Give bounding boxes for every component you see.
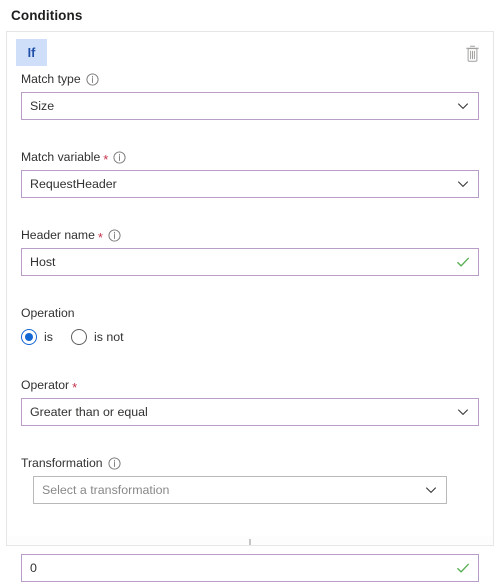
required-asterisk: * xyxy=(97,229,103,245)
resize-drag-handle[interactable] xyxy=(249,539,251,545)
if-tab[interactable]: If xyxy=(16,39,47,66)
info-icon[interactable] xyxy=(108,228,121,242)
field-header-name: Header name * Host xyxy=(21,226,479,276)
field-operation: Operation is is not xyxy=(21,304,479,348)
operation-label-row: Operation xyxy=(21,304,479,322)
transformation-label: Transformation xyxy=(21,456,103,470)
chevron-down-icon xyxy=(456,177,470,191)
match-variable-label: Match variable xyxy=(21,150,101,164)
field-operator: Operator * Greater than or equal xyxy=(21,376,479,426)
page-title: Conditions xyxy=(11,8,83,23)
required-asterisk: * xyxy=(103,151,109,167)
radio-option-is-label: is xyxy=(44,330,53,344)
operation-radio-group: is is not xyxy=(21,326,479,348)
header-name-input[interactable]: Host xyxy=(21,248,479,276)
operator-dropdown[interactable]: Greater than or equal xyxy=(21,398,479,426)
header-name-value: Host xyxy=(30,255,56,269)
info-icon[interactable] xyxy=(107,456,121,470)
match-type-label: Match type xyxy=(21,72,81,86)
match-variable-dropdown[interactable]: RequestHeader xyxy=(21,170,479,198)
required-asterisk: * xyxy=(72,379,78,395)
field-match-type: Match type Size xyxy=(21,70,479,120)
match-variable-value: RequestHeader xyxy=(30,177,117,191)
check-icon xyxy=(456,255,470,269)
conditions-panel: Conditions If Match type Size Match vari… xyxy=(0,0,500,582)
match-variable-label-row: Match variable * xyxy=(21,148,479,166)
condition-card-header: If xyxy=(7,32,493,70)
radio-option-is-not-label: is not xyxy=(93,330,124,344)
header-name-label-row: Header name * xyxy=(21,226,479,244)
match-type-value: Size xyxy=(30,99,55,113)
chevron-down-icon xyxy=(456,405,470,419)
header-name-label: Header name xyxy=(21,228,95,242)
transformation-value: Select a transformation xyxy=(42,483,170,497)
operation-label: Operation xyxy=(21,306,75,320)
condition-card: If Match type Size Match variable * Requ… xyxy=(6,31,494,582)
transformation-dropdown[interactable]: Select a transformation xyxy=(33,476,447,504)
chevron-down-icon xyxy=(424,483,438,497)
transformation-label-row: Transformation xyxy=(21,454,479,472)
match-type-label-row: Match type xyxy=(21,70,479,88)
condition-form: Match type Size Match variable * Request… xyxy=(7,70,493,582)
match-values-input[interactable]: 0 xyxy=(21,554,479,582)
radio-option-is-not[interactable]: is not xyxy=(70,329,124,345)
radio-mark-selected-icon xyxy=(21,329,37,345)
chevron-down-icon xyxy=(456,99,470,113)
check-icon xyxy=(456,561,470,575)
transformation-indent-wrap: Select a transformation xyxy=(21,476,479,504)
info-icon[interactable] xyxy=(86,72,99,86)
condition-card-footer xyxy=(6,536,494,546)
radio-option-is[interactable]: is xyxy=(21,329,53,345)
match-type-dropdown[interactable]: Size xyxy=(21,92,479,120)
field-match-variable: Match variable * RequestHeader xyxy=(21,148,479,198)
field-transformation: Transformation Select a transformation xyxy=(21,454,479,504)
operator-label: Operator xyxy=(21,378,70,392)
match-values-value: 0 xyxy=(30,561,37,575)
radio-mark-unselected-icon xyxy=(70,329,87,345)
operator-value: Greater than or equal xyxy=(30,405,148,419)
info-icon[interactable] xyxy=(113,150,126,164)
delete-condition-button[interactable] xyxy=(460,41,484,65)
trash-icon xyxy=(465,45,480,62)
operator-label-row: Operator * xyxy=(21,376,479,394)
